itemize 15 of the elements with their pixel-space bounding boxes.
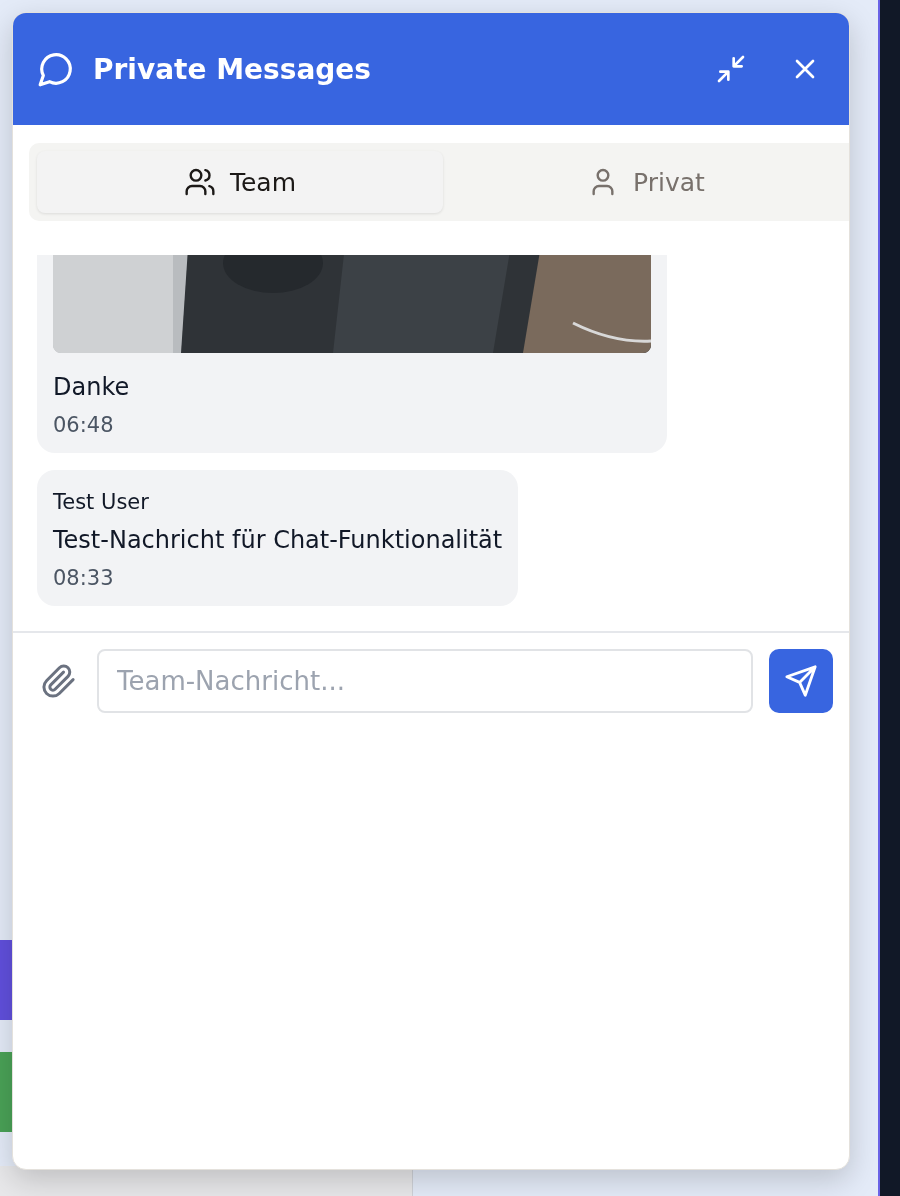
message-time: 06:48 — [53, 413, 115, 437]
users-icon — [183, 166, 216, 198]
sender-name: Test User — [53, 490, 150, 514]
send-button[interactable] — [769, 649, 833, 713]
tab[interactable]: Privat — [443, 151, 849, 213]
message-input[interactable]: Team-Nachricht... — [97, 649, 753, 713]
message-text: Test-Nachricht für Chat-Funktionalität — [53, 526, 503, 554]
message-text: Danke — [53, 373, 131, 401]
send-icon — [784, 664, 818, 698]
window-title: Private Messages — [93, 52, 371, 86]
minimize-icon[interactable] — [715, 53, 747, 85]
tab[interactable]: Team — [37, 151, 443, 213]
message-time: 08:33 — [53, 566, 115, 590]
chat-bubble-icon — [37, 50, 75, 88]
paperclip-icon[interactable] — [41, 663, 77, 699]
